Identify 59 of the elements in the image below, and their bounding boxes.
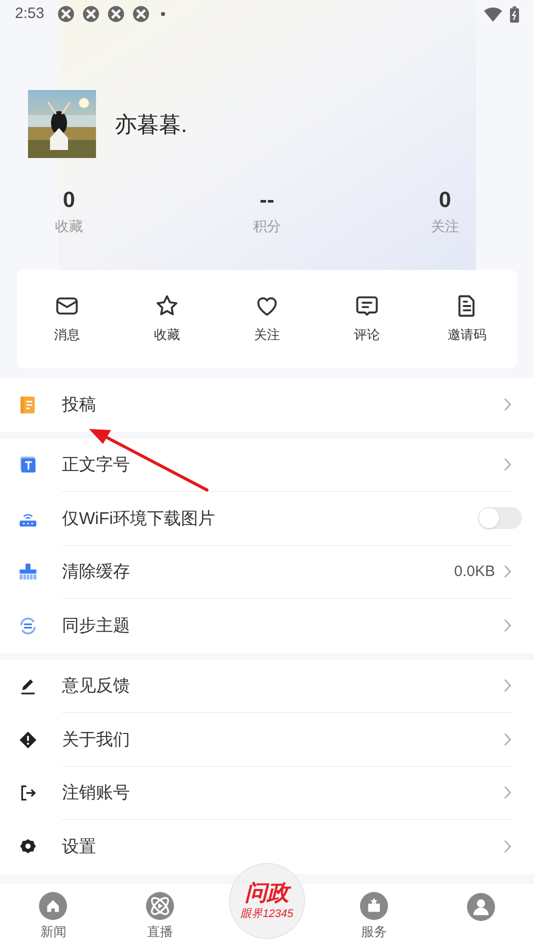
stat-value: 0 [438,186,452,214]
play-icon [146,892,174,920]
more-notifications-icon [161,12,166,16]
shortcut-button[interactable]: 关注 [217,293,317,345]
user-name: 亦暮暮. [115,110,188,138]
menu-label: 同步主题 [62,615,131,637]
chevron-right-icon [503,564,512,580]
nav-tab[interactable]: 新闻 [0,892,107,942]
menu-item[interactable]: 投稿 [0,378,534,432]
menu-label: 意见反馈 [62,675,131,697]
chevron-right-icon [503,457,512,472]
stat-label: 关注 [431,217,459,236]
user-icon [466,892,495,920]
menu-item[interactable]: 关于我们 [0,713,534,766]
text-size-icon [18,455,38,476]
menu-label: 清除缓存 [62,561,131,583]
menu-label: 注销账号 [62,782,131,804]
notification-icon [133,6,150,22]
menu-item[interactable]: 清除缓存 0.0KB [0,546,534,599]
sync-icon [18,616,38,636]
service-icon [360,892,388,920]
chevron-right-icon [503,839,512,854]
notification-icon [83,6,100,22]
stat-value: -- [260,186,274,214]
stat-value: 0 [62,186,76,214]
shortcut-button[interactable]: 消息 [17,293,117,345]
menu-label: 设置 [62,836,97,858]
alert-diamond-icon [18,730,38,750]
shortcut-button[interactable]: 收藏 [117,293,217,345]
home-icon [39,892,68,920]
chevron-right-icon [503,397,512,412]
chevron-right-icon [503,678,512,694]
status-time: 2:53 [15,4,44,24]
chevron-right-icon [503,732,512,747]
battery-icon [510,6,519,22]
shortcut-button[interactable]: 评论 [317,293,417,345]
menu-label: 关于我们 [62,728,131,750]
stat-label: 积分 [252,217,281,236]
center-tab-logo[interactable]: 问政 眼界12345 [228,863,305,939]
menu-label: 仅WiFi环境下载图片 [62,508,216,530]
menu-item[interactable]: 仅WiFi环境下载图片 [0,492,534,546]
nav-tab[interactable]: 服务 [320,892,428,942]
shortcut-button[interactable]: 邀请码 [417,293,517,345]
cache-size: 0.0KB [454,562,495,582]
menu-label: 正文字号 [62,454,131,476]
toggle-switch[interactable] [478,507,522,530]
chevron-right-icon [503,618,512,634]
wifi-signal-icon [484,6,502,22]
chevron-right-icon [503,785,512,800]
menu-item[interactable]: 注销账号 [0,766,534,820]
menu-item[interactable]: 意见反馈 [0,660,534,713]
menu-item[interactable]: 同步主题 [0,599,534,652]
stat-label: 收藏 [55,217,83,236]
notification-icon [58,6,74,22]
broom-icon [18,562,38,582]
nav-tab[interactable]: 直播 [106,892,214,942]
menu-label: 投稿 [62,394,97,416]
notification-icon [108,6,124,22]
menu-item[interactable]: 正文字号 [0,438,534,492]
